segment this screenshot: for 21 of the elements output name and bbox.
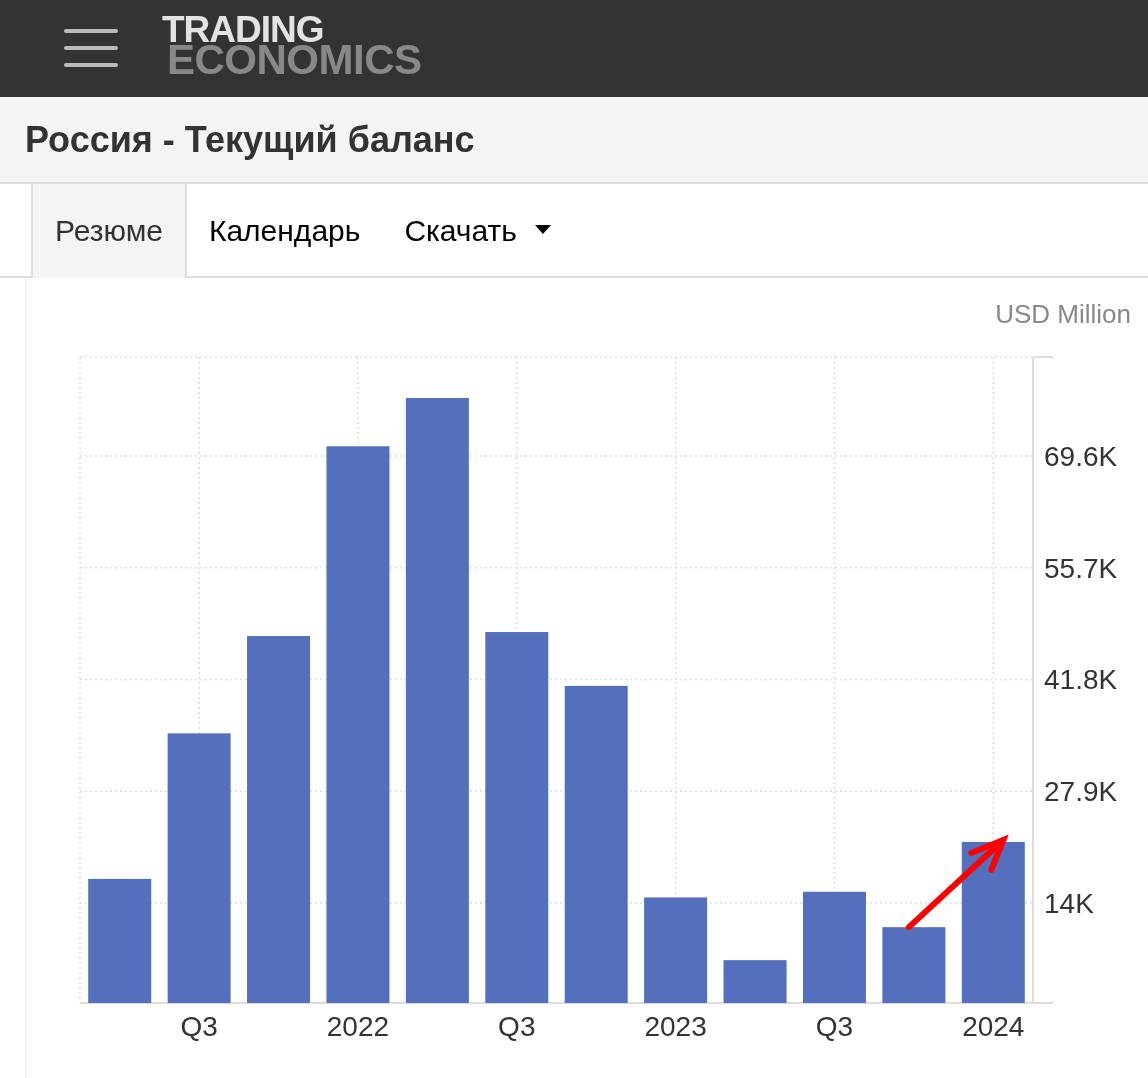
y-tick-label: 14K xyxy=(1044,888,1094,920)
y-tick-label: 55.7K xyxy=(1044,552,1118,584)
tab[interactable]: Резюме xyxy=(31,184,187,278)
tab[interactable]: Скачать xyxy=(382,184,573,278)
menu-icon[interactable] xyxy=(64,27,118,68)
unit-label: USD Million xyxy=(995,299,1131,329)
logo-text[interactable]: ECONOMICS xyxy=(167,44,422,75)
bar xyxy=(723,960,787,1003)
tab[interactable]: Календарь xyxy=(186,184,383,278)
x-tick-label: 2024 xyxy=(962,1011,1025,1042)
caret-icon xyxy=(534,224,551,234)
logo-text[interactable]: TRADING xyxy=(162,14,422,45)
x-tick-label: 2022 xyxy=(326,1011,390,1042)
y-tick-label: 27.9K xyxy=(1044,776,1118,808)
page-title: Россия - Текущий баланс xyxy=(25,118,475,161)
x-tick-label: Q3 xyxy=(498,1011,536,1042)
x-tick-label: Q3 xyxy=(815,1011,854,1042)
y-tick-label: 41.8K xyxy=(1044,664,1118,696)
y-tick-label: 69.6K xyxy=(1044,440,1118,472)
x-tick-label: 2023 xyxy=(644,1011,707,1042)
x-tick-label: Q3 xyxy=(180,1011,218,1042)
